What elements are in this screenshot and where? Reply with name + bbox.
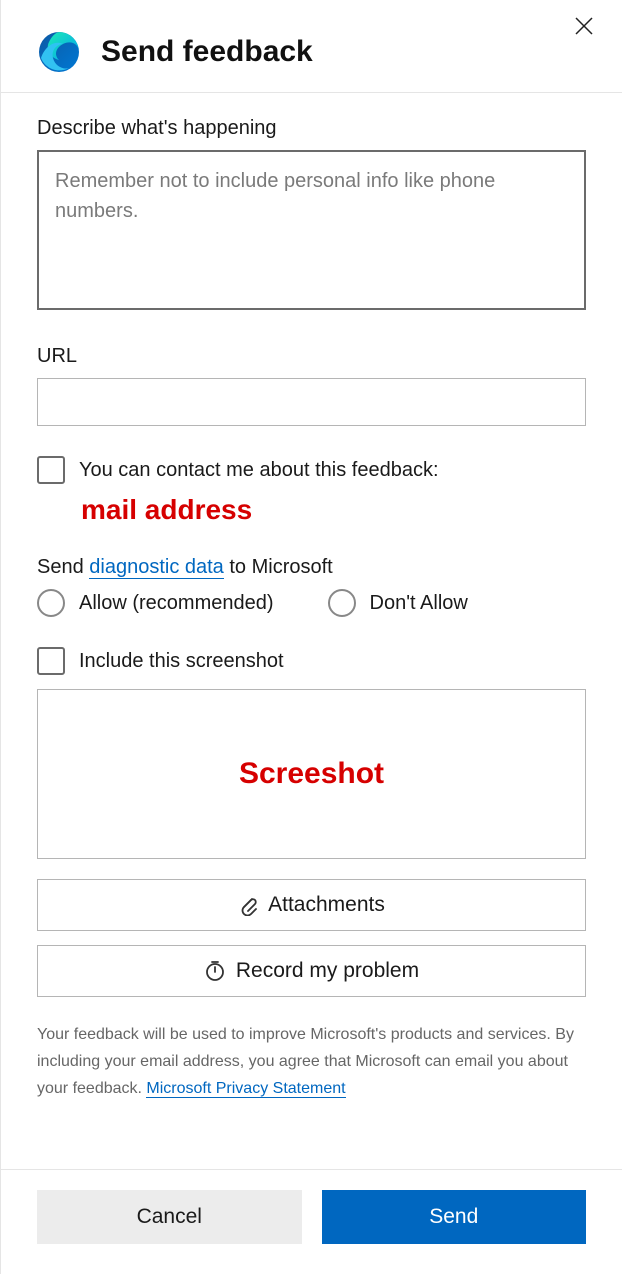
diagnostic-label: Send diagnostic data to Microsoft [37, 556, 586, 579]
diagnostic-options: Allow (recommended) Don't Allow [37, 589, 586, 617]
close-button[interactable] [570, 12, 598, 40]
dialog-content: Describe what's happening URL You can co… [1, 93, 622, 1103]
disclaimer-text: Your feedback will be used to improve Mi… [37, 1021, 586, 1103]
allow-radio[interactable] [37, 589, 65, 617]
paperclip-icon [238, 894, 258, 916]
url-label: URL [37, 345, 586, 368]
diagnostic-prefix: Send [37, 556, 89, 578]
describe-label: Describe what's happening [37, 117, 586, 140]
describe-input[interactable] [37, 150, 586, 310]
dialog-footer: Cancel Send [1, 1169, 622, 1274]
dialog-header: Send feedback [1, 0, 622, 92]
send-button[interactable]: Send [322, 1190, 587, 1244]
screenshot-section: Include this screenshot Screeshot [37, 647, 586, 859]
dont-allow-radio[interactable] [328, 589, 356, 617]
diagnostic-data-link[interactable]: diagnostic data [89, 556, 224, 579]
url-input[interactable] [37, 378, 586, 426]
mail-annotation: mail address [81, 494, 586, 526]
cancel-button[interactable]: Cancel [37, 1190, 302, 1244]
record-label: Record my problem [236, 959, 419, 983]
stopwatch-icon [204, 960, 226, 982]
record-button[interactable]: Record my problem [37, 945, 586, 997]
screenshot-annotation: Screeshot [239, 757, 384, 791]
contact-label: You can contact me about this feedback: [79, 459, 439, 482]
attachments-label: Attachments [268, 893, 385, 917]
contact-checkbox[interactable] [37, 456, 65, 484]
dont-allow-label: Don't Allow [370, 592, 468, 615]
screenshot-preview: Screeshot [37, 689, 586, 859]
edge-logo-icon [37, 30, 81, 74]
dialog-title: Send feedback [101, 35, 313, 69]
url-section: URL [37, 345, 586, 426]
screenshot-checkbox[interactable] [37, 647, 65, 675]
diagnostic-suffix: to Microsoft [224, 556, 333, 578]
attachments-button[interactable]: Attachments [37, 879, 586, 931]
privacy-link[interactable]: Microsoft Privacy Statement [146, 1080, 345, 1098]
screenshot-label: Include this screenshot [79, 650, 284, 673]
allow-label: Allow (recommended) [79, 592, 274, 615]
close-icon [574, 16, 594, 36]
contact-section: You can contact me about this feedback: … [37, 456, 586, 526]
